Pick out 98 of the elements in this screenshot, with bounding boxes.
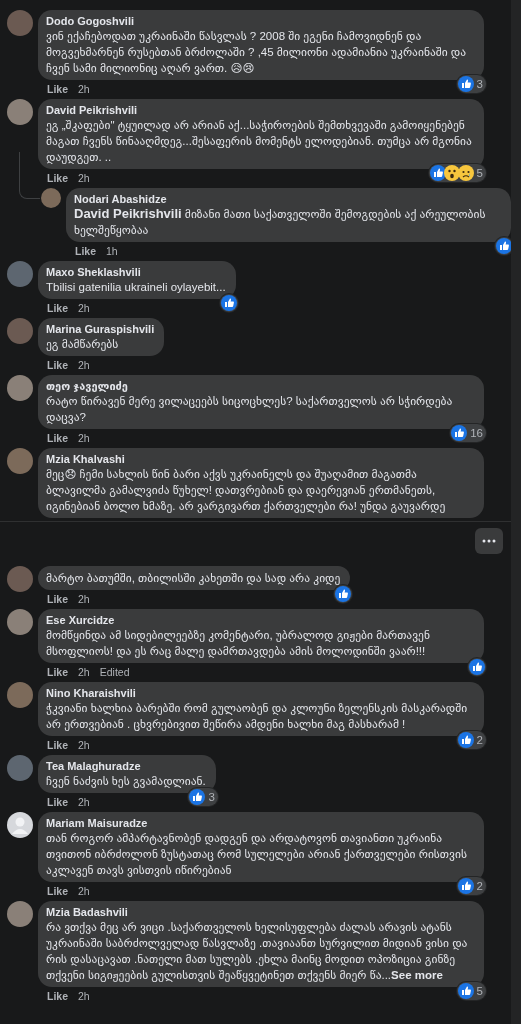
reaction-pill[interactable]: 5	[428, 164, 486, 182]
comment-text: თან როგორ ამპარტავნობენ დადგენ და არდატოვონ თავიანთი უკრაინა თვითონ იბრძოლონ ზუსტათაც რომ სულელები არიან ქართველები რისთვის აკლავენ თავს ვისთვის იწირებიან	[46, 831, 468, 878]
reaction-pill[interactable]	[219, 294, 238, 312]
like-link[interactable]: Like	[47, 739, 68, 752]
like-icon	[457, 76, 474, 92]
like-icon	[451, 425, 468, 441]
reaction-count: 5	[476, 985, 483, 997]
timestamp[interactable]: 2h	[78, 739, 90, 752]
reaction-pill[interactable]: 5	[456, 982, 486, 1000]
avatar[interactable]	[7, 901, 33, 927]
author-name[interactable]: Mzia Badashvili	[46, 905, 474, 919]
author-name[interactable]: Mariam Maisuradze	[46, 816, 474, 830]
avatar[interactable]	[7, 566, 33, 592]
timestamp[interactable]: 2h	[78, 83, 90, 96]
reaction-count: 3	[476, 78, 483, 90]
reaction-pill[interactable]	[468, 658, 486, 676]
like-link[interactable]: Like	[47, 83, 68, 96]
author-name[interactable]: David Peikrishvili	[46, 103, 474, 117]
comment-text: მომწყინდა ამ სიდებილეებზე კომენტარი, უბრალოდ გიჟები მართავენ მსოფლიოს! და ეს რაც მალე დამრთავდება ამის მოლოდინში ვაარ!!!	[46, 628, 431, 659]
comment-text: მარტო ბათუმში, თბილისში კახეთში და სად არა კიდე	[46, 571, 341, 586]
avatar-silhouette-icon[interactable]	[7, 812, 33, 838]
surprised-emoji-icon	[443, 165, 460, 181]
like-link[interactable]: Like	[47, 593, 68, 606]
reaction-pill[interactable]: 3	[188, 788, 218, 806]
like-link[interactable]: Like	[47, 666, 68, 679]
like-link[interactable]: Like	[47, 990, 68, 1003]
comment-text: რა ვთქვა მეც არ ვიცი .საქართველოს ხელისუფლება ძალას არავის ატანს უკრაინაში საბრძოლველად წასვლაზე .თავიაანთ სურვილით მიდიან ვისი და რის დასაცავათ .ნათელი მათ სულებს .ეხლა მაინც მოდით ოპოზიცია გინზე თქვენი სიგიჟეების გულისთვის შეაწყვეტინეთ თქვენს მიერ წა...See more	[46, 920, 469, 983]
timestamp[interactable]: 2h	[78, 990, 90, 1003]
comment-text: მეც😞 ჩემი სახლის წინ ბარი აქვს უკრაინელს და შუაღამით მაგათმა ბლავილმა გამალვიძა წუხელ! დათვრებიან და დაერევიან ერთმანეთს, იგინებიან ბოლო ხმაზე. არ ვარგივართ ქართველები რა! უნდა გაუვარდე	[46, 467, 447, 514]
author-name[interactable]: თეო ჯაველიძე	[46, 379, 474, 393]
author-name[interactable]: Tea Malaghuradze	[46, 759, 206, 773]
avatar[interactable]	[7, 682, 33, 708]
author-name[interactable]: Ese Xurcidze	[46, 613, 474, 627]
like-icon	[457, 732, 474, 748]
edited-label: Edited	[99, 666, 130, 679]
avatar[interactable]	[7, 261, 33, 287]
avatar[interactable]	[7, 99, 33, 125]
like-link[interactable]: Like	[47, 172, 68, 185]
timestamp[interactable]: 1h	[106, 245, 118, 258]
comment-text: ჩვენ ნაძვის ხეს გვამადლიან.	[46, 774, 206, 789]
like-link[interactable]: Like	[47, 885, 68, 898]
timestamp[interactable]: 2h	[78, 432, 90, 445]
comment-text: ვინ ექაჩებოდათ უკრაინაში წასვლას ? 2008 ში ეგენი ჩამოვიდნენ და მოგვეხმარნენ რუსებთან ბრძოლაში ? ,45 მილიონი ადამიანია უკრაინაში და ჩვენ სამი მილიონიც აღარ ვართ. 😥😢	[46, 29, 468, 76]
like-icon	[457, 983, 474, 999]
more-button[interactable]	[475, 528, 503, 554]
avatar[interactable]	[7, 10, 33, 36]
like-icon	[220, 295, 237, 311]
reaction-count: 2	[476, 734, 483, 746]
avatar[interactable]	[41, 188, 61, 208]
avatar[interactable]	[7, 318, 33, 344]
reaction-count: 5	[476, 167, 483, 179]
see-more-link[interactable]: See more	[391, 969, 443, 981]
timestamp[interactable]: 2h	[78, 885, 90, 898]
comment-text: ეგ მამწარებს	[46, 337, 120, 352]
author-name[interactable]: Nodari Abashidze	[74, 192, 501, 206]
timestamp[interactable]: 2h	[78, 359, 90, 372]
like-icon	[335, 586, 352, 602]
reaction-pill[interactable]: 2	[456, 877, 486, 895]
like-icon	[457, 878, 474, 894]
like-link[interactable]: Like	[47, 302, 68, 315]
avatar[interactable]	[7, 448, 33, 474]
like-link[interactable]: Like	[47, 432, 68, 445]
timestamp[interactable]: 2h	[78, 172, 90, 185]
avatar[interactable]	[7, 609, 33, 635]
timestamp[interactable]: 2h	[78, 666, 90, 679]
comment-text: რატო წირავენ მერე ვილაცეებს სიცოცხლეს? საქართველოს არ სჭირდება დაცვა?	[46, 394, 454, 425]
timestamp[interactable]: 2h	[78, 302, 90, 315]
thread-line	[19, 152, 40, 199]
comment-text: David Peikrishvili მიზანი მათი საქათველოში შემოგდების აქ არეულობის ხელშეწყობაა	[74, 206, 487, 238]
like-icon	[469, 659, 485, 675]
like-link[interactable]: Like	[47, 359, 68, 372]
author-name[interactable]: Mzia Khalvashi	[46, 452, 474, 466]
author-name[interactable]: Nino Kharaishvili	[46, 686, 474, 700]
reaction-pill[interactable]: 16	[450, 424, 486, 442]
avatar[interactable]	[7, 375, 33, 401]
author-name[interactable]: Dodo Gogoshvili	[46, 14, 474, 28]
more-icon	[482, 539, 496, 543]
like-link[interactable]: Like	[47, 796, 68, 809]
like-link[interactable]: Like	[75, 245, 96, 258]
timestamp[interactable]: 2h	[78, 593, 90, 606]
author-name[interactable]: Maxo Sheklashvili	[46, 265, 226, 279]
reaction-pill[interactable]: 2	[456, 731, 486, 749]
reaction-count: 16	[470, 427, 483, 439]
reaction-pill[interactable]	[495, 237, 511, 255]
timestamp[interactable]: 2h	[78, 796, 90, 809]
reaction-pill[interactable]: 3	[456, 75, 486, 93]
reaction-count: 3	[208, 791, 215, 803]
reaction-count: 2	[476, 880, 483, 892]
like-icon	[189, 789, 206, 805]
reaction-pill[interactable]	[334, 585, 353, 603]
author-name[interactable]: Marina Guraspishvili	[46, 322, 155, 336]
sad-emoji-icon	[457, 165, 474, 181]
like-icon	[429, 165, 446, 181]
comment-text: ჭკვიანი ხალხია ბარებში რომ გულაობენ და კლოუნი ზელენსკის მასკარადში არ ერთვებიან . ცხვრებივით შეწირა ამდენი ხალხი მაგ მასხარამ !	[46, 701, 469, 732]
comment-text: Tbilisi gatenilia ukraineli oylayebit...	[46, 280, 226, 295]
comment-text: ეგ „შკაფები" ტყუილად არ არიან აქ...საჭიროების შემთხვევაში გამოიყენებენ მაგათ ჩვენს წინააღმდეგ...შესაფერის მომენტს ელოდებიან. თუმცა არ მგონია დაუდგეთ. ..	[46, 118, 473, 165]
like-icon	[496, 238, 511, 254]
avatar[interactable]	[7, 755, 33, 781]
